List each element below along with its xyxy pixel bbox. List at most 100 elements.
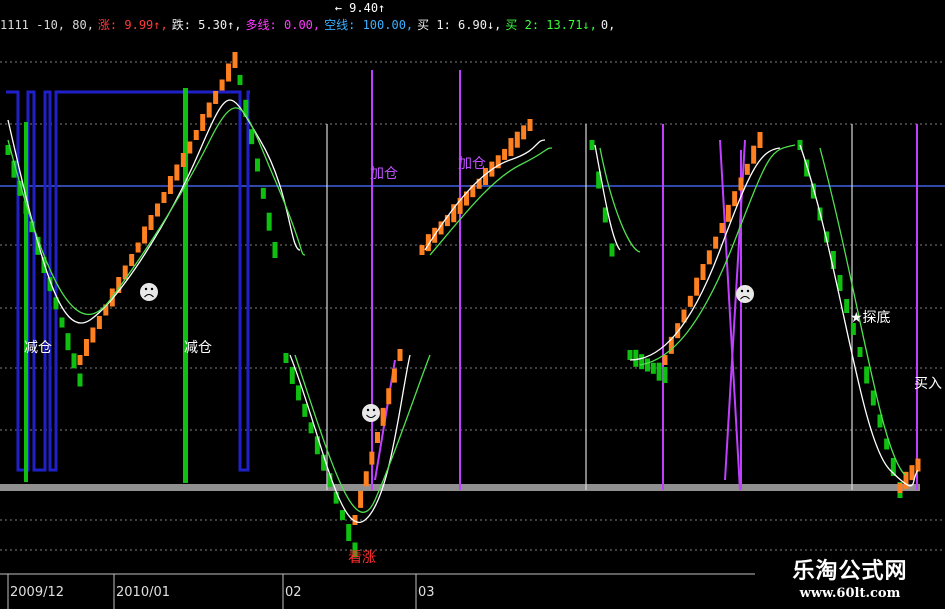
candle: [314, 436, 320, 455]
moving-average-line: [594, 144, 621, 251]
candle: [272, 242, 278, 258]
candle: [289, 366, 295, 384]
candle: [419, 245, 425, 255]
candle: [744, 163, 750, 175]
indicator-value: 跌: 5.30↑,: [171, 18, 242, 32]
smiley-icon: [736, 285, 754, 303]
candle: [219, 79, 225, 91]
candle: [65, 333, 71, 351]
annotation-label: 买入: [914, 376, 942, 392]
candle: [687, 295, 693, 307]
candle: [155, 203, 160, 217]
annotation-label: 看涨: [348, 550, 376, 566]
vertical-markers: [326, 70, 918, 491]
indicator-value: 0,: [600, 18, 616, 32]
candle: [650, 362, 656, 374]
candle: [627, 350, 633, 360]
candle: [249, 129, 255, 145]
x-tick-label: 03: [418, 585, 435, 600]
indicator-value: 多线: 0.00,: [245, 18, 321, 32]
candle: [83, 339, 89, 356]
candle: [302, 403, 308, 417]
x-tick-label: 2009/12: [10, 585, 64, 600]
annotation-label: 减仓: [24, 340, 52, 356]
indicator-header: ← 9.40↑ 1111 -10, 80, 涨: 9.99↑, 跌: 5.30↑, 多…: [0, 0, 615, 40]
candle: [96, 316, 102, 329]
candle: [339, 510, 345, 521]
candle: [266, 212, 272, 231]
candle: [226, 63, 232, 82]
candle: [645, 358, 650, 372]
candle: [514, 131, 520, 148]
candle: [187, 141, 193, 154]
green-signal-bar: [183, 88, 188, 483]
indicator-value: 涨: 9.99↑,: [97, 18, 168, 32]
candle: [738, 177, 744, 191]
candle: [59, 317, 65, 328]
candle: [521, 125, 527, 140]
indicator-value: 买 1: 6.90↓,: [417, 18, 502, 32]
candle: [713, 236, 719, 249]
candle: [662, 367, 668, 383]
annotation-label: ★探底: [850, 310, 891, 326]
candle: [502, 148, 508, 160]
candle: [864, 366, 870, 384]
annotation-label: 减仓: [184, 340, 212, 356]
candle: [897, 483, 903, 493]
candle: [706, 250, 712, 265]
candle: [380, 407, 386, 426]
header-top-value: ← 9.40↑: [334, 1, 386, 15]
candle: [333, 491, 339, 504]
candlestick-chart: 减仓 减仓 加仓 加仓 看涨 ★探底 买入 2009/12 2010/01 02…: [0, 52, 945, 609]
candle: [870, 390, 876, 406]
annotation-label: 加仓: [458, 156, 486, 172]
candle: [129, 254, 135, 266]
candle: [200, 114, 206, 131]
candle: [358, 490, 364, 508]
candle: [751, 145, 757, 164]
candle: [527, 119, 533, 131]
watermark: 乐淘公式网 www.60lt.com: [755, 557, 945, 609]
candle: [386, 388, 392, 405]
candle: [375, 432, 380, 443]
candle: [77, 373, 83, 387]
candle: [283, 353, 289, 363]
candle: [391, 368, 397, 383]
candle: [346, 524, 352, 542]
candle: [255, 158, 260, 172]
watermark-title: 乐淘公式网: [792, 558, 908, 584]
candle: [206, 102, 212, 118]
x-tick-label: 02: [285, 585, 302, 600]
candle: [369, 451, 375, 465]
indicator-value: 1111 -10, 80,: [0, 18, 94, 32]
candle: [909, 465, 915, 481]
moving-average-line: [629, 147, 781, 361]
candle: [732, 191, 738, 207]
candle: [71, 353, 77, 369]
candle: [589, 140, 595, 150]
candle: [90, 327, 96, 343]
candle: [148, 215, 154, 230]
indicator-values: 1111 -10, 80, 涨: 9.99↑, 跌: 5.30↑, 多线: 0.00,…: [0, 16, 615, 34]
x-tick-label: 2010/01: [116, 585, 170, 600]
candle: [609, 243, 615, 257]
candle: [193, 130, 199, 140]
candle: [757, 132, 763, 148]
smiley-icon: [140, 283, 158, 301]
candle: [363, 471, 369, 487]
candle: [180, 153, 186, 167]
candle: [508, 138, 514, 157]
candle: [915, 458, 921, 472]
candle: [237, 75, 243, 85]
smiley-icon: [362, 404, 380, 422]
indicator-value: 买 2: 13.71↓,: [505, 18, 597, 32]
candle: [662, 355, 668, 365]
candle: [639, 354, 645, 370]
candle: [844, 299, 850, 313]
candle: [232, 52, 238, 68]
candle: [161, 192, 167, 203]
candle: [656, 362, 662, 381]
annotation-label: 加仓: [370, 166, 398, 182]
candle: [77, 355, 83, 365]
candle: [719, 223, 725, 233]
